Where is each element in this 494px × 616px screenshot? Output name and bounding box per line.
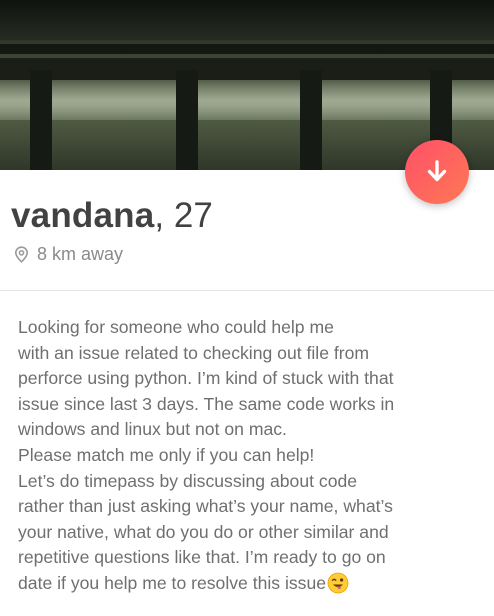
bio-line: with an issue related to checking out fi… bbox=[18, 342, 370, 363]
photo-haze bbox=[0, 80, 494, 120]
bio-line: perforce using python. I’m kind of stuck… bbox=[18, 368, 394, 389]
profile-name: vandana bbox=[11, 196, 155, 235]
location-pin-icon bbox=[14, 246, 29, 263]
bio-line: Let’s do timepass by discussing about co… bbox=[18, 470, 358, 491]
photo-post bbox=[300, 70, 322, 170]
bio-line: Please match me only if you can help! bbox=[18, 444, 315, 465]
distance-row: 8 km away bbox=[14, 244, 123, 265]
profile-distance: 8 km away bbox=[37, 244, 124, 264]
photo-post bbox=[30, 70, 52, 170]
bio-line: Looking for someone who could help me bbox=[18, 317, 334, 337]
bio-line: issue since last 3 days. The same code w… bbox=[18, 393, 395, 414]
bio-line-last: date if you help me to resolve this issu… bbox=[18, 571, 488, 597]
bio-line: your native, what do you do or other sim… bbox=[18, 521, 389, 542]
bio-line: repetitive questions like that. I’m read… bbox=[18, 547, 386, 568]
bio-line-text: date if you help me to resolve this issu… bbox=[18, 572, 327, 593]
photo-post bbox=[176, 70, 198, 170]
photo-rail-beam bbox=[0, 58, 494, 80]
bio-line: windows and linux but not on mac. bbox=[18, 419, 287, 440]
photo-rail-top bbox=[0, 44, 494, 54]
profile-header: vandana, 27 bbox=[11, 196, 213, 236]
profile-age: , 27 bbox=[154, 196, 213, 235]
arrow-down-icon bbox=[427, 160, 447, 182]
photo-sky bbox=[0, 0, 494, 40]
winking-tongue-emoji-icon bbox=[327, 572, 349, 594]
collapse-profile-button[interactable] bbox=[405, 140, 469, 204]
profile-bio: Looking for someone who could help me wi… bbox=[18, 315, 488, 597]
section-divider bbox=[0, 290, 494, 291]
bio-line: rather than just asking what’s your name… bbox=[18, 496, 393, 517]
